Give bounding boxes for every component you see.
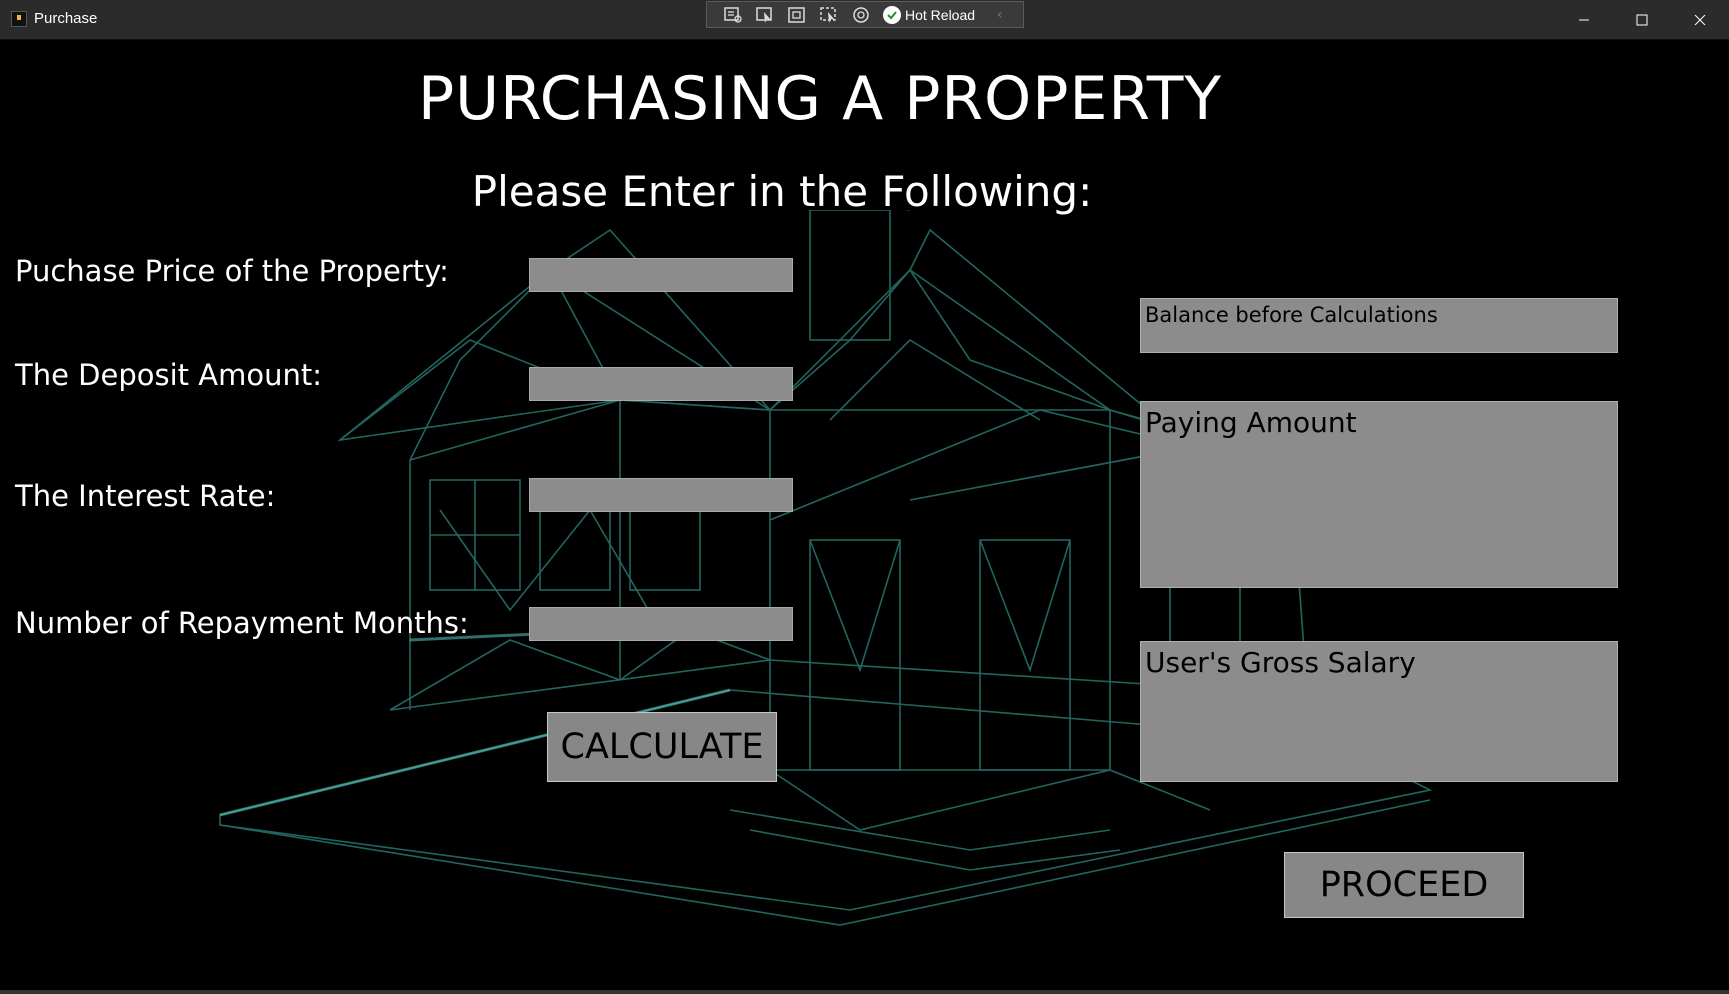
maximize-button[interactable] [1613, 0, 1671, 39]
minimize-button[interactable] [1555, 0, 1613, 39]
page-title: PURCHASING A PROPERTY [417, 64, 1223, 134]
xaml-dev-toolbar: Hot Reload ‹ [706, 1, 1024, 28]
balance-output: Balance before Calculations [1140, 298, 1618, 353]
hot-reload-status[interactable]: Hot Reload [883, 5, 976, 24]
window-bottom-border [0, 990, 1729, 994]
interest-rate-label: The Interest Rate: [15, 479, 276, 513]
track-focus-icon[interactable] [819, 6, 839, 24]
app-icon [11, 11, 27, 27]
hot-reload-label: Hot Reload [905, 6, 976, 23]
interest-rate-input[interactable] [529, 478, 793, 512]
live-visual-tree-icon[interactable] [723, 6, 743, 24]
close-icon [1694, 14, 1706, 25]
minimize-icon [1579, 19, 1589, 20]
page-subtitle: Please Enter in the Following: [471, 167, 1093, 216]
select-element-icon[interactable] [755, 6, 775, 24]
maximize-icon [1636, 14, 1648, 25]
purchase-price-label: Puchase Price of the Property: [15, 254, 449, 288]
purchase-price-input[interactable] [529, 258, 793, 292]
gross-salary-output: User's Gross Salary [1140, 641, 1618, 782]
chevron-left-icon[interactable]: ‹ [997, 7, 1003, 23]
proceed-button[interactable]: PROCEED [1284, 852, 1524, 918]
calculate-button[interactable]: CALCULATE [547, 712, 777, 782]
display-adorners-icon[interactable] [787, 6, 807, 24]
paying-amount-output: Paying Amount [1140, 401, 1618, 588]
repayment-months-input[interactable] [529, 607, 793, 641]
deposit-label: The Deposit Amount: [15, 358, 322, 392]
repayment-months-label: Number of Repayment Months: [15, 606, 469, 640]
close-button[interactable] [1671, 0, 1729, 39]
purchase-window: Purchase Hot Reload ‹ PURCHASING A PROPE… [0, 0, 1729, 994]
title-bar: Purchase Hot Reload ‹ [0, 0, 1729, 40]
window-title: Purchase [34, 10, 98, 27]
hot-reload-settings-icon[interactable] [851, 6, 871, 24]
check-icon [883, 5, 901, 24]
deposit-input[interactable] [529, 367, 793, 401]
